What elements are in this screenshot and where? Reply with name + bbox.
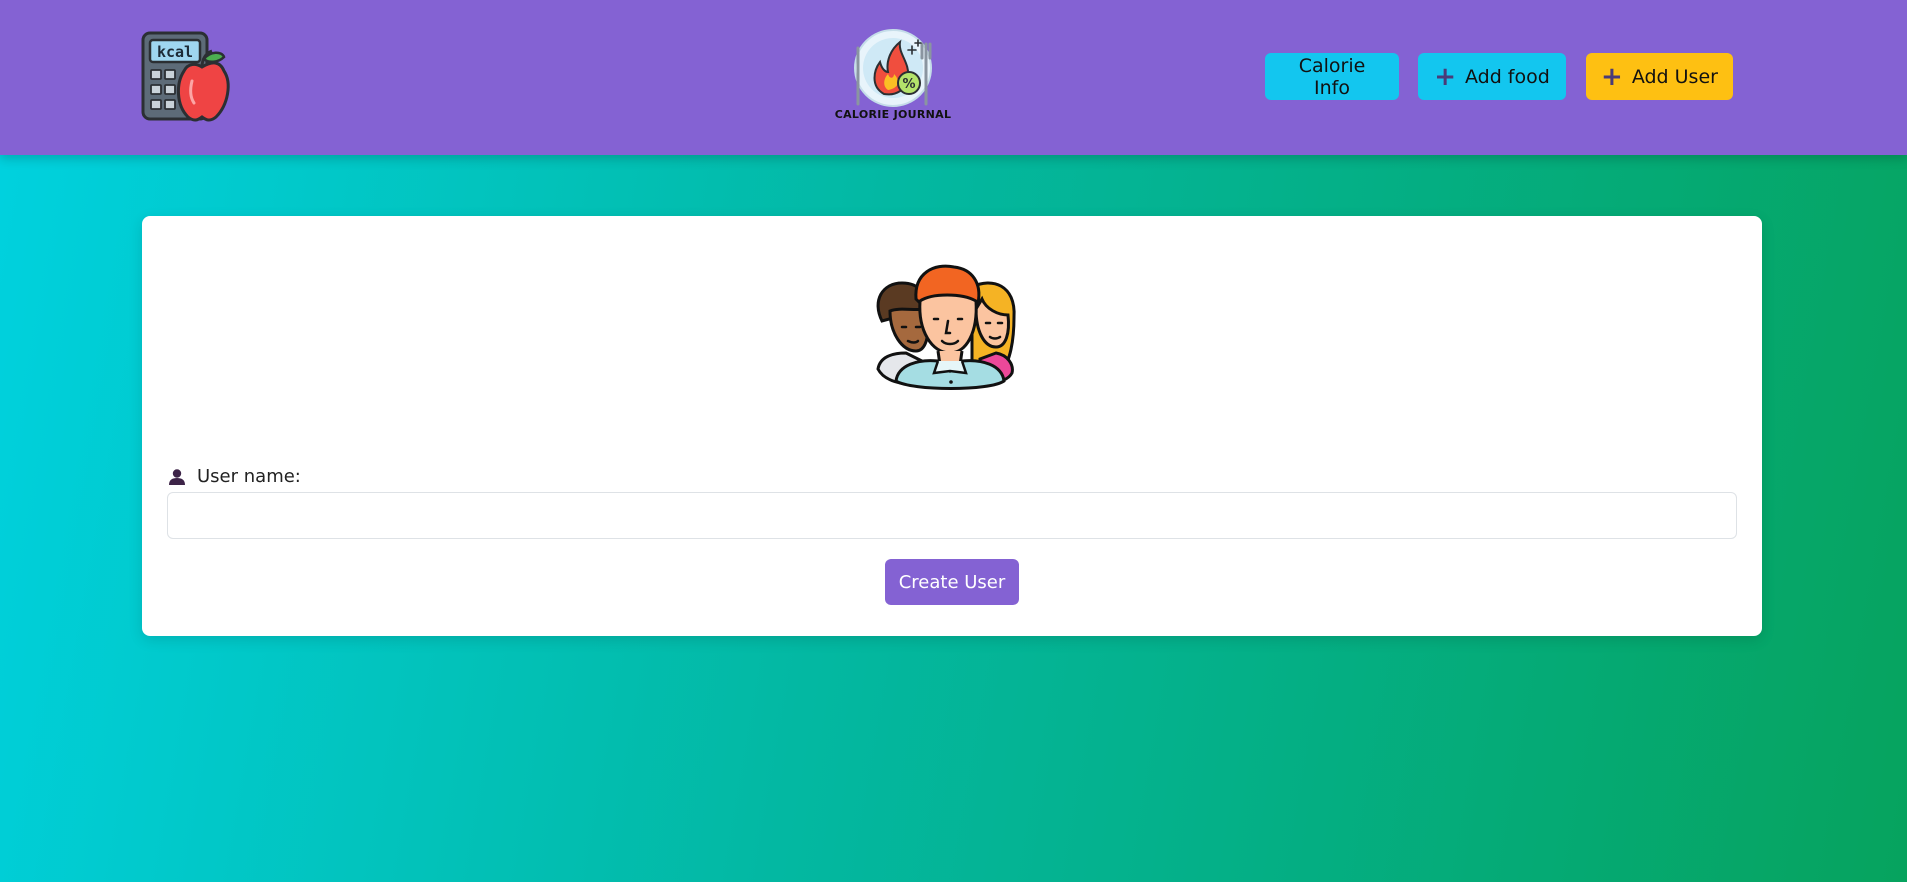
users-group-illustration (876, 264, 1016, 390)
brand-name: CALORIE JOURNAL (834, 108, 952, 121)
user-name-label-text: User name: (197, 466, 301, 487)
calculator-kcal-apple-icon[interactable]: kcal (140, 31, 232, 123)
add-user-button[interactable]: + Add User (1586, 53, 1733, 100)
create-user-button[interactable]: Create User (885, 559, 1019, 605)
add-user-label: Add User (1631, 65, 1718, 88)
add-food-button[interactable]: + Add food (1418, 53, 1566, 100)
svg-text:kcal: kcal (157, 43, 193, 61)
calorie-info-label: Calorie Info (1298, 54, 1366, 99)
person-icon (169, 468, 185, 485)
brand-logo[interactable]: % CALORIE JOURNAL (830, 28, 956, 126)
add-food-label: Add food (1464, 65, 1550, 88)
plus-icon: + (1434, 61, 1456, 92)
create-user-card: User name: Create User (142, 216, 1762, 636)
navbar: kcal % CALORIE JOURNAL Calorie Info + Ad… (0, 0, 1907, 155)
svg-text:%: % (902, 77, 915, 92)
calorie-journal-logo: % (854, 29, 932, 107)
plus-icon: + (1601, 61, 1623, 92)
user-name-label: User name: (168, 466, 301, 487)
user-name-input[interactable] (167, 492, 1737, 539)
calorie-info-button[interactable]: Calorie Info (1265, 53, 1399, 100)
